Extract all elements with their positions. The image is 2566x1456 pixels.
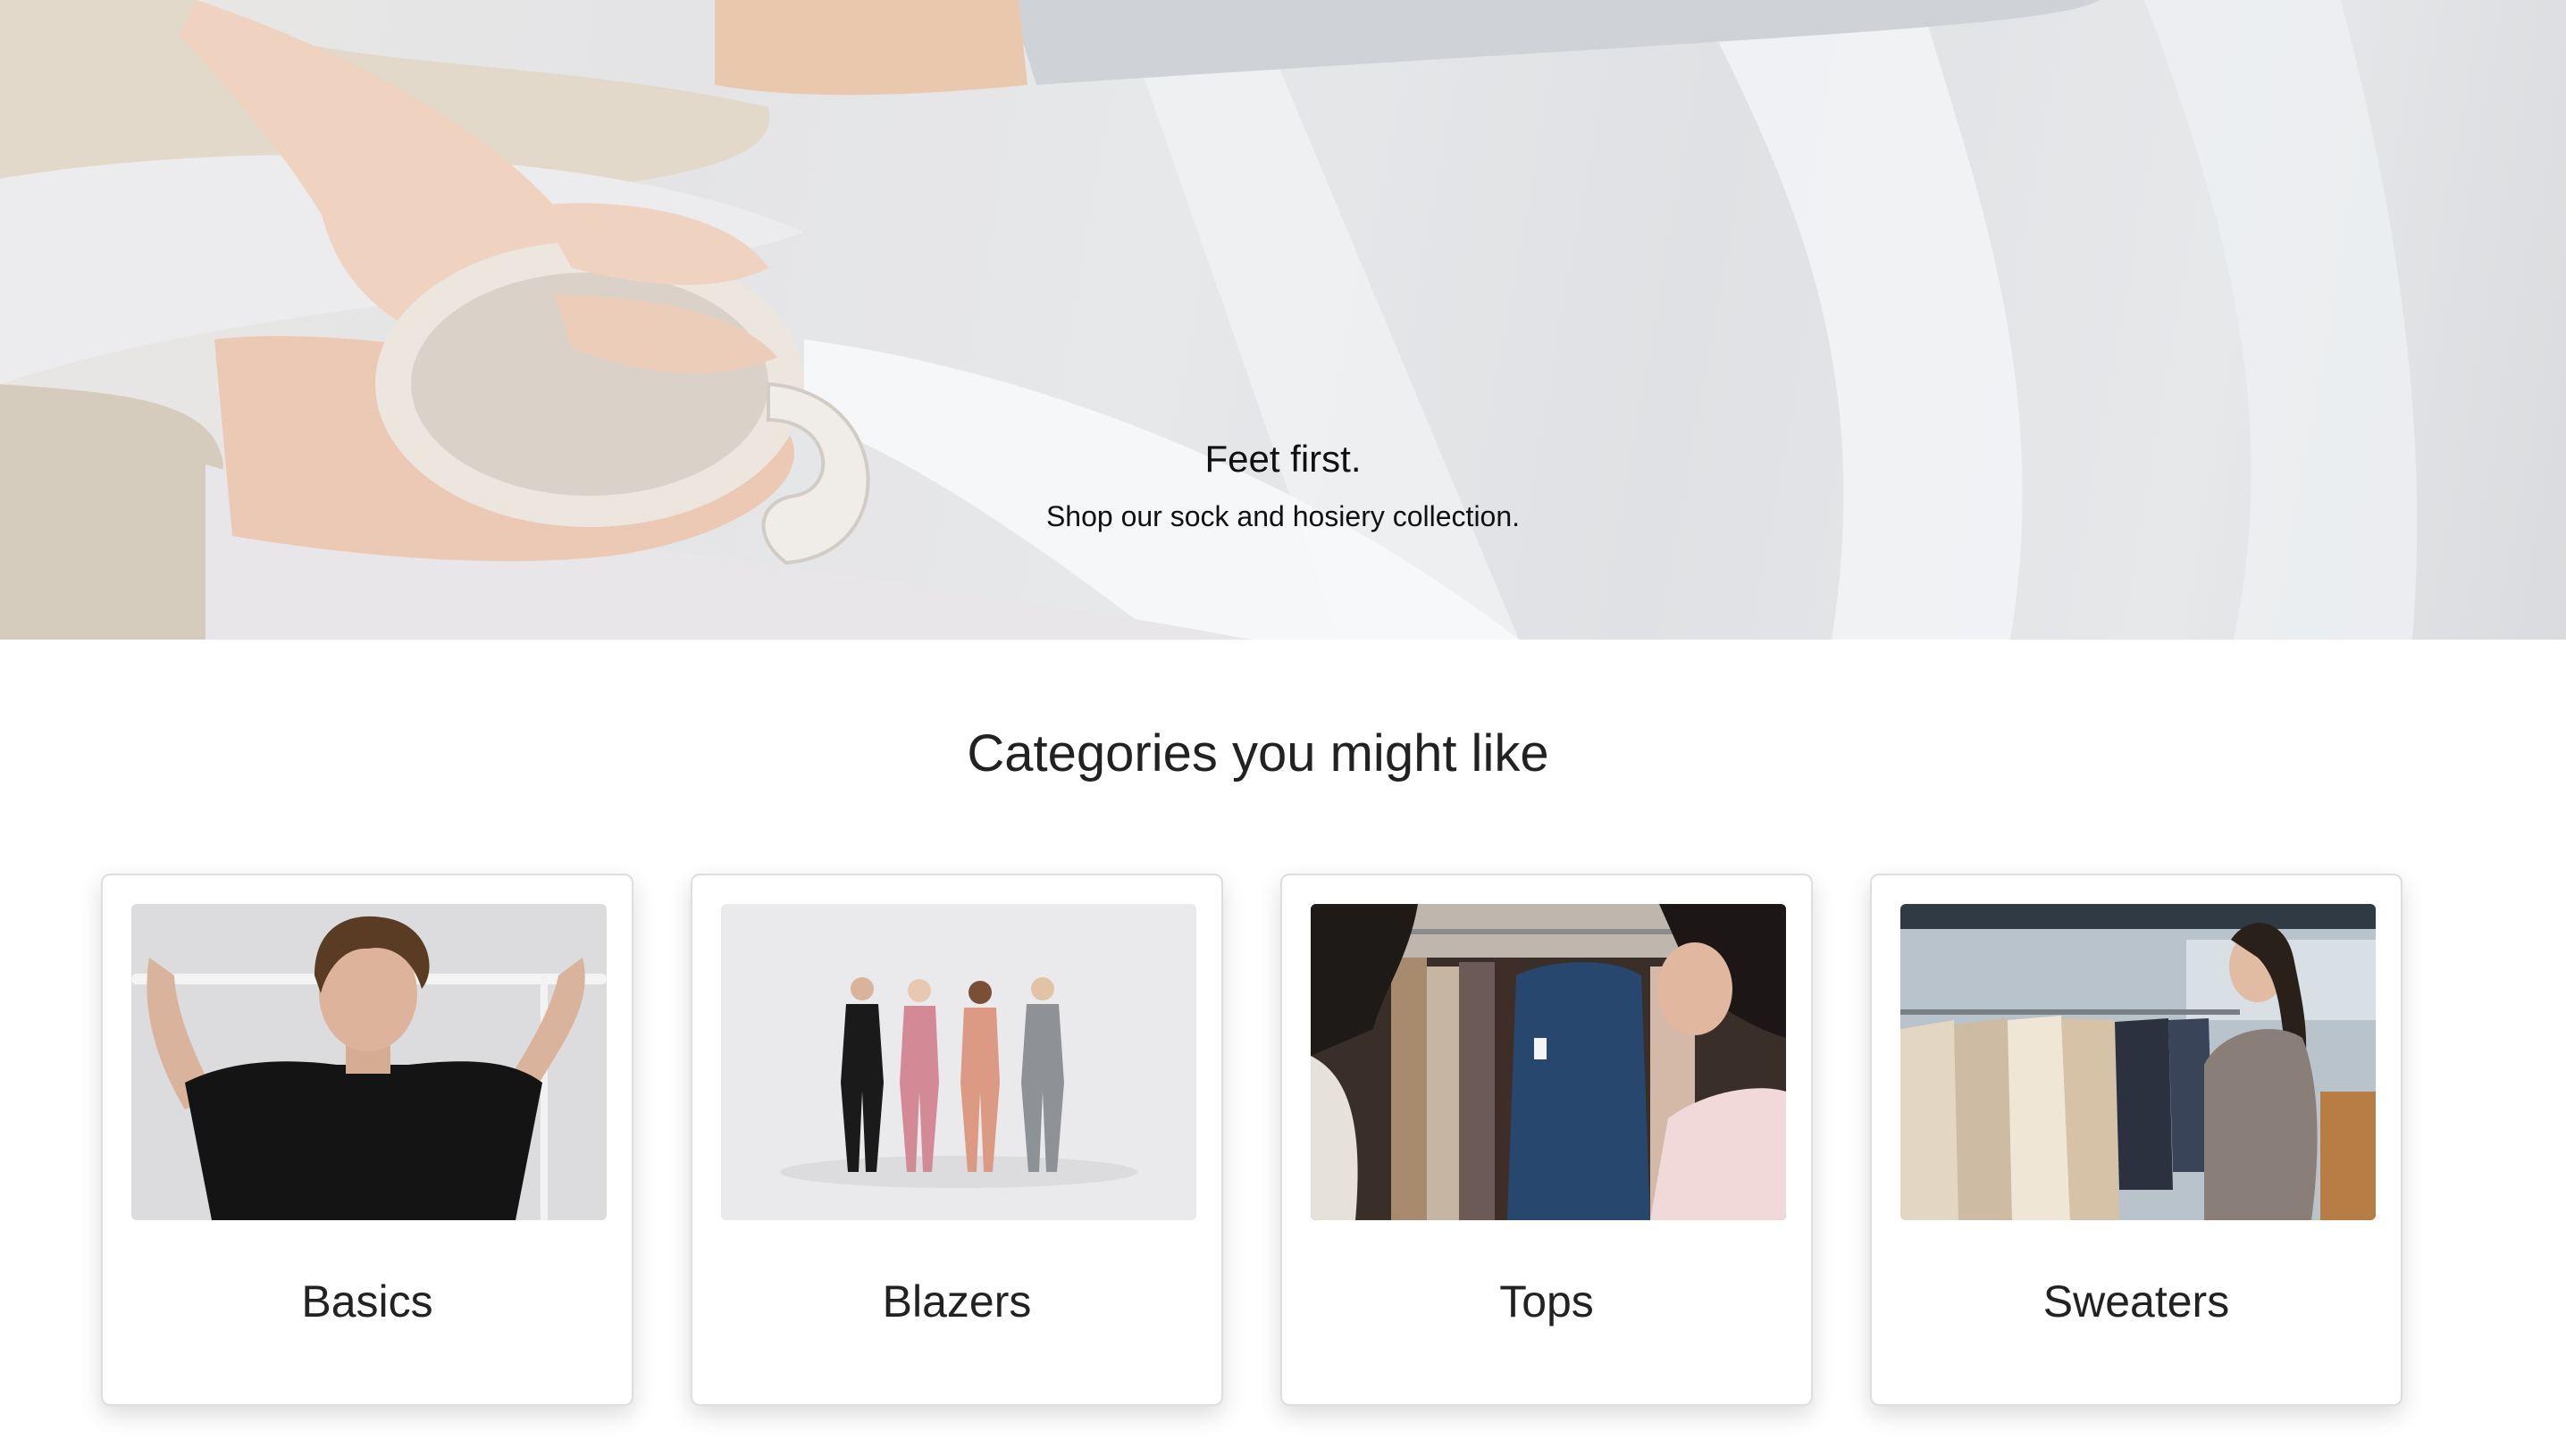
categories-heading: Categories you might like — [967, 724, 1549, 782]
hero-title: Feet first. — [1204, 438, 1362, 480]
hero-banner[interactable]: Feet first. Shop our sock and hosiery co… — [0, 0, 2566, 640]
category-label: Blazers — [882, 1276, 1032, 1326]
category-label: Sweaters — [2042, 1276, 2230, 1326]
category-image-sweaters[interactable] — [1900, 904, 2376, 1220]
category-image-basics[interactable] — [131, 904, 607, 1220]
category-image-tops[interactable] — [1311, 904, 1786, 1220]
category-label: Tops — [1499, 1276, 1594, 1326]
category-card-basics[interactable]: Basics — [101, 874, 633, 1406]
category-card-blazers[interactable]: Blazers — [691, 874, 1223, 1406]
category-image-blazers[interactable] — [721, 904, 1196, 1220]
category-label: Basics — [301, 1276, 433, 1326]
hero-image — [0, 0, 2418, 640]
category-card-sweaters[interactable]: Sweaters — [1870, 874, 2402, 1406]
category-card-tops[interactable]: Tops — [1280, 874, 1813, 1406]
hero-subtitle: Shop our sock and hosiery collection. — [1045, 500, 1521, 532]
